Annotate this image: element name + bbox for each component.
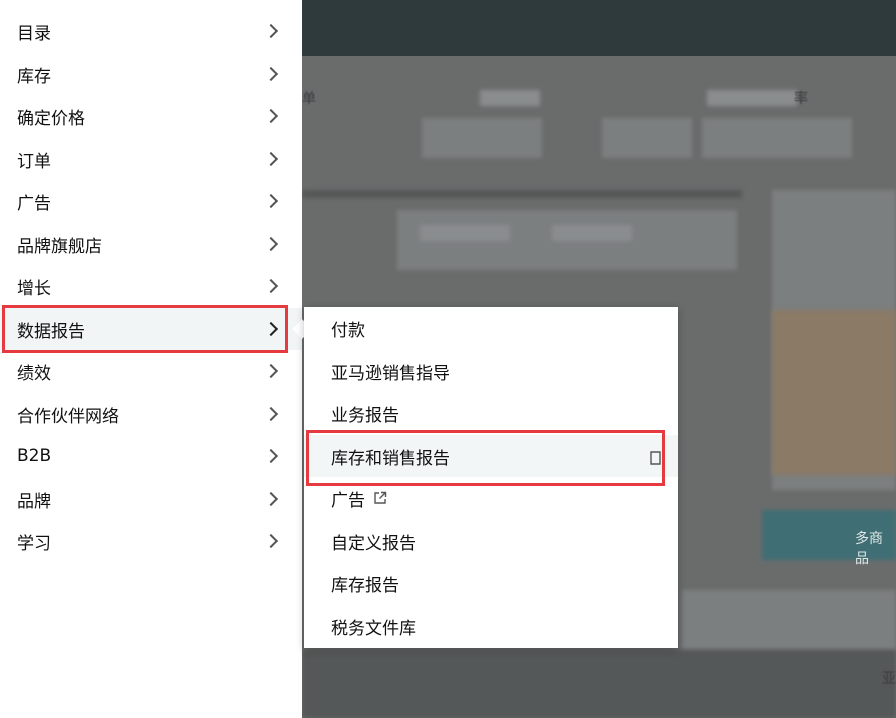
submenu-item-business-reports[interactable]: 业务报告 xyxy=(304,392,678,434)
chevron-right-icon xyxy=(263,66,279,82)
chevron-right-icon xyxy=(263,533,279,549)
submenu-item-label: 库存报告 xyxy=(331,575,399,596)
menu-item-orders[interactable]: 订单 xyxy=(0,138,302,180)
background-block xyxy=(420,225,510,241)
chevron-right-icon xyxy=(263,491,279,507)
menu-item-label: 广告 xyxy=(17,193,51,214)
background-block xyxy=(422,118,542,158)
background-text: 单 xyxy=(302,91,316,107)
menu-item-advertising[interactable]: 广告 xyxy=(0,180,302,222)
background-block xyxy=(602,118,692,158)
external-link-icon xyxy=(373,491,387,505)
menu-item-label: B2B xyxy=(17,446,52,466)
menu-item-label: 学习 xyxy=(17,533,51,554)
submenu-item-label: 税务文件库 xyxy=(331,618,416,639)
background-block xyxy=(480,90,540,106)
chevron-right-icon xyxy=(263,278,279,294)
submenu-item-inventory-reports[interactable]: 库存报告 xyxy=(304,562,678,604)
menu-item-label: 合作伙伴网络 xyxy=(17,406,119,427)
menu-item-label: 绩效 xyxy=(17,363,51,384)
submenu-item-label: 业务报告 xyxy=(331,405,399,426)
submenu-item-label: 广告 xyxy=(331,490,365,511)
chevron-right-icon xyxy=(263,448,279,464)
background-text: 多商品 xyxy=(855,531,883,567)
menu-item-brand[interactable]: 品牌 xyxy=(0,478,302,520)
submenu-item-tax-library[interactable]: 税务文件库 xyxy=(304,605,678,647)
chevron-right-icon xyxy=(263,151,279,167)
submenu-item-label: 付款 xyxy=(331,320,365,341)
background-block xyxy=(702,118,852,158)
submenu-item-label: 亚马逊销售指导 xyxy=(331,363,450,384)
submenu-item-advertising[interactable]: 广告 xyxy=(304,477,678,519)
menu-item-label: 品牌旗舰店 xyxy=(17,236,102,257)
menu-item-growth[interactable]: 增长 xyxy=(0,265,302,307)
background-text: 率 xyxy=(794,91,808,107)
menu-item-label: 目录 xyxy=(17,23,51,44)
menu-item-label: 库存 xyxy=(17,66,51,87)
menu-item-performance[interactable]: 绩效 xyxy=(0,350,302,392)
menu-item-learn[interactable]: 学习 xyxy=(0,520,302,562)
chevron-right-icon xyxy=(263,193,279,209)
chevron-right-icon xyxy=(263,108,279,124)
submenu-item-payments[interactable]: 付款 xyxy=(304,307,678,349)
background-text: 亚 xyxy=(882,671,896,687)
submenu-item-label: 自定义报告 xyxy=(331,533,416,554)
background-block xyxy=(682,590,896,650)
reports-submenu: 付款 亚马逊销售指导 业务报告 库存和销售报告 广告 自定义报告 库存报告 税务… xyxy=(304,307,678,648)
menu-item-inventory[interactable]: 库存 xyxy=(0,53,302,95)
main-nav-menu: 目录 库存 确定价格 订单 广告 品牌旗舰店 增长 数据报告 绩效 合作伙伴网络… xyxy=(0,0,302,718)
background-block xyxy=(302,650,896,718)
submenu-item-custom-reports[interactable]: 自定义报告 xyxy=(304,520,678,562)
background-block xyxy=(552,225,632,241)
menu-item-label: 增长 xyxy=(17,278,51,299)
background-image xyxy=(772,310,896,475)
submenu-item-inventory-sales-reports[interactable]: 库存和销售报告 xyxy=(304,435,678,477)
menu-item-reports[interactable]: 数据报告 xyxy=(0,308,302,350)
menu-item-brand-store[interactable]: 品牌旗舰店 xyxy=(0,223,302,265)
submenu-item-label: 库存和销售报告 xyxy=(331,448,450,469)
menu-item-partner-network[interactable]: 合作伙伴网络 xyxy=(0,393,302,435)
chevron-right-icon xyxy=(263,321,279,337)
chevron-right-icon xyxy=(263,236,279,252)
background-block xyxy=(707,90,797,106)
submenu-item-selling-coach[interactable]: 亚马逊销售指导 xyxy=(304,350,678,392)
menu-item-label: 品牌 xyxy=(17,491,51,512)
menu-item-catalog[interactable]: 目录 xyxy=(0,10,302,52)
chevron-right-icon xyxy=(263,363,279,379)
menu-item-pricing[interactable]: 确定价格 xyxy=(0,95,302,137)
menu-item-label: 确定价格 xyxy=(17,108,85,129)
bookmark-icon[interactable] xyxy=(648,450,662,466)
chevron-right-icon xyxy=(263,406,279,422)
menu-item-label: 数据报告 xyxy=(17,321,85,342)
chevron-right-icon xyxy=(263,23,279,39)
menu-item-b2b[interactable]: B2B xyxy=(0,435,302,477)
menu-item-label: 订单 xyxy=(17,151,51,172)
background-top-bar xyxy=(302,0,896,56)
background-block xyxy=(302,190,742,198)
